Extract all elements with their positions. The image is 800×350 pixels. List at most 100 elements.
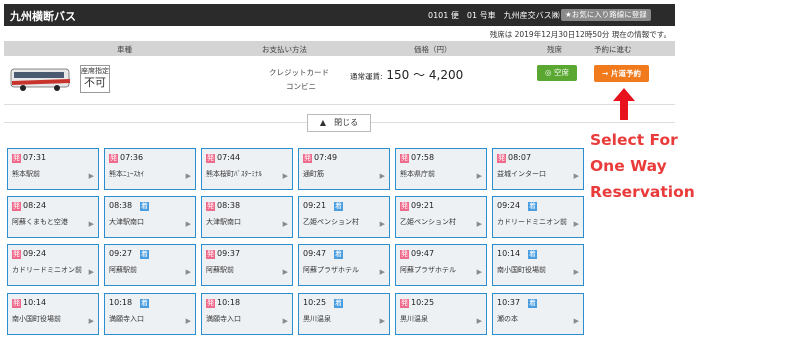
stop-time: 10:14: [497, 249, 521, 258]
arrival-badge: 着: [528, 202, 537, 211]
stop-cell[interactable]: 着 10:18 満願寺入口 ▶: [104, 293, 196, 335]
stop-cell[interactable]: 発 07:31 熊本駅前 ▶: [7, 148, 99, 190]
arrow-up-icon: [613, 88, 635, 120]
play-arrow-icon: ▶: [88, 220, 94, 228]
arrival-badge: 着: [140, 299, 149, 308]
play-arrow-icon: ▶: [379, 268, 385, 276]
stop-cell[interactable]: 着 10:14 南小国町役場前 ▶: [492, 244, 584, 286]
stop-cell[interactable]: 発 07:36 熊本ﾆｭｰｽｶｲ ▶: [104, 148, 196, 190]
stop-cell[interactable]: 発 07:44 熊本桜町ﾊﾞｽﾀｰﾐﾅﾙ ▶: [201, 148, 293, 190]
departure-badge: 発: [12, 202, 21, 211]
play-arrow-icon: ▶: [282, 220, 288, 228]
play-arrow-icon: ▶: [476, 172, 482, 180]
stop-cell[interactable]: 発 10:25 黒川温泉 ▶: [395, 293, 487, 335]
stop-name: 南小国町役場前: [497, 266, 546, 274]
stop-name: 熊本ﾆｭｰｽｶｲ: [109, 170, 144, 178]
annotation-text: Select For One Way Reservation: [590, 127, 710, 205]
route-title: 九州横断バス: [10, 10, 76, 23]
stop-cell[interactable]: 着 09:21 乙姫ペンション村 ▶: [298, 196, 390, 238]
arrival-badge: 着: [334, 250, 343, 259]
stop-cell[interactable]: 発 10:14 南小国町役場前 ▶: [7, 293, 99, 335]
stop-time: 08:24: [23, 201, 47, 210]
stop-time: 08:38: [109, 201, 133, 210]
stop-cell[interactable]: 着 10:37 瀬の本 ▶: [492, 293, 584, 335]
stop-name: 益城インター口: [497, 170, 546, 178]
stop-cell[interactable]: 発 09:47 阿蘇プラザホテル ▶: [395, 244, 487, 286]
stop-cell[interactable]: 発 09:37 阿蘇駅前 ▶: [201, 244, 293, 286]
play-arrow-icon: ▶: [185, 268, 191, 276]
stop-name: カドリードミニオン前: [497, 218, 567, 226]
stop-time: 09:47: [411, 249, 435, 258]
stop-name: 乙姫ペンション村: [303, 218, 359, 226]
departure-badge: 発: [497, 154, 506, 163]
play-arrow-icon: ▶: [88, 268, 94, 276]
route-header: 九州横断バス 0101 便 01 号車 九州産交バス㈱ ★お気に入り路線に登録: [4, 4, 675, 26]
col-type: 車種: [117, 45, 132, 54]
stop-cell[interactable]: 発 08:38 大津駅南口 ▶: [201, 196, 293, 238]
stop-cell[interactable]: 発 07:58 熊本県庁前 ▶: [395, 148, 487, 190]
departure-badge: 発: [109, 154, 118, 163]
stop-name: 南小国町役場前: [12, 315, 61, 323]
departure-badge: 発: [303, 154, 312, 163]
annotation-line: Select For: [590, 131, 678, 149]
payment-convenience: コンビニ: [286, 82, 316, 91]
play-arrow-icon: ▶: [185, 172, 191, 180]
departure-badge: 発: [206, 250, 215, 259]
departure-badge: 発: [12, 299, 21, 308]
arrival-badge: 着: [528, 299, 537, 308]
stop-time: 09:21: [411, 201, 435, 210]
bus-image: [10, 68, 70, 91]
stop-name: 大津駅南口: [206, 218, 241, 226]
departure-badge: 発: [400, 154, 409, 163]
stop-cell[interactable]: 発 08:24 阿蘇くまもと空港 ▶: [7, 196, 99, 238]
remaining-seats-note: 残席は 2019年12月30日12時50分 現在の情報です。: [489, 30, 671, 39]
stop-cell[interactable]: 着 08:38 大津駅南口 ▶: [104, 196, 196, 238]
seat-label: 座席指定: [81, 67, 109, 75]
arrival-badge: 着: [140, 202, 149, 211]
arrival-badge: 着: [528, 250, 537, 259]
table-header: 車種 お支払い方法 価格（円） 残席 予約に進む: [4, 41, 675, 56]
stop-cell[interactable]: 発 07:49 通町筋 ▶: [298, 148, 390, 190]
stop-time: 07:44: [217, 153, 241, 162]
col-reserve: 予約に進む: [594, 45, 632, 54]
stop-cell[interactable]: 着 09:27 阿蘇駅前 ▶: [104, 244, 196, 286]
payment-credit: クレジットカード: [269, 68, 329, 77]
close-button[interactable]: ▲ 閉じる: [307, 114, 371, 132]
stop-time: 10:18: [109, 298, 133, 307]
vacancy-button[interactable]: ◎ 空席: [537, 65, 577, 81]
stop-name: 熊本駅前: [12, 170, 40, 178]
departure-badge: 発: [12, 250, 21, 259]
stop-cell[interactable]: 着 09:24 カドリードミニオン前 ▶: [492, 196, 584, 238]
stop-cell[interactable]: 発 09:21 乙姫ペンション村 ▶: [395, 196, 487, 238]
stop-name: 阿蘇プラザホテル: [303, 266, 359, 274]
play-arrow-icon: ▶: [573, 220, 579, 228]
stop-cell[interactable]: 発 10:18 満願寺入口 ▶: [201, 293, 293, 335]
stop-name: カドリードミニオン前: [12, 266, 82, 274]
stop-time: 09:47: [303, 249, 327, 258]
col-price: 価格（円）: [414, 45, 452, 54]
stop-cell[interactable]: 着 09:47 阿蘇プラザホテル ▶: [298, 244, 390, 286]
departure-badge: 発: [400, 299, 409, 308]
arrival-badge: 着: [140, 250, 149, 259]
stop-name: 熊本桜町ﾊﾞｽﾀｰﾐﾅﾙ: [206, 170, 262, 178]
col-payment: お支払い方法: [262, 45, 307, 54]
stop-time: 09:27: [109, 249, 133, 258]
stop-time: 09:37: [217, 249, 241, 258]
stop-name: 黒川温泉: [303, 315, 331, 323]
stop-time: 09:21: [303, 201, 327, 210]
one-way-reserve-button[interactable]: → 片道予約: [594, 65, 649, 82]
stop-time: 07:58: [411, 153, 435, 162]
play-arrow-icon: ▶: [379, 172, 385, 180]
departure-badge: 発: [206, 299, 215, 308]
departure-badge: 発: [400, 202, 409, 211]
stop-name: 満願寺入口: [109, 315, 144, 323]
stop-name: 阿蘇駅前: [109, 266, 137, 274]
seat-value: 不可: [84, 76, 106, 89]
favorite-route-button[interactable]: ★お気に入り路線に登録: [561, 9, 651, 21]
stop-name: 熊本県庁前: [400, 170, 435, 178]
stop-cell[interactable]: 発 08:07 益城インター口 ▶: [492, 148, 584, 190]
play-arrow-icon: ▶: [573, 172, 579, 180]
stop-cell[interactable]: 発 09:24 カドリードミニオン前 ▶: [7, 244, 99, 286]
stop-cell[interactable]: 着 10:25 黒川温泉 ▶: [298, 293, 390, 335]
play-arrow-icon: ▶: [88, 172, 94, 180]
